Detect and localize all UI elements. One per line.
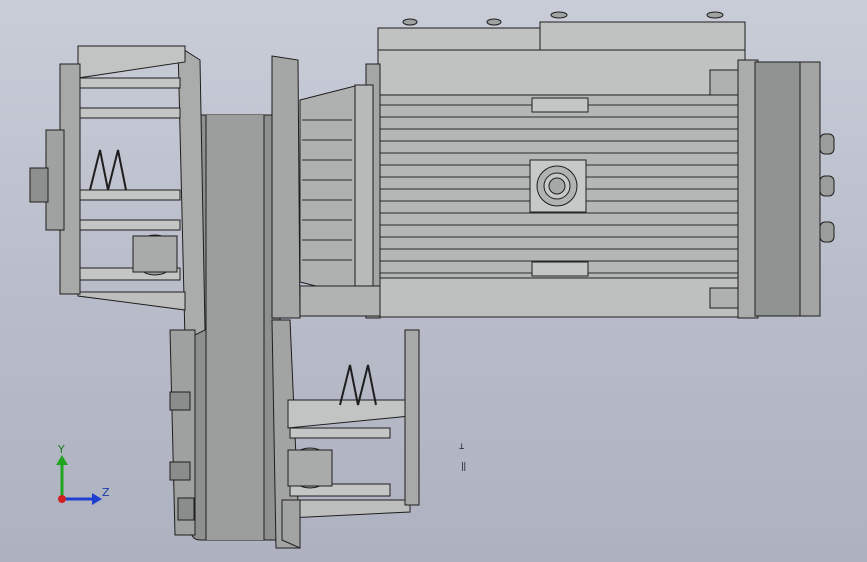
mark-1: ⊥ [459,442,465,452]
mark-2: ‖ [461,462,467,472]
axis-z-label: Z [102,486,110,499]
gear-housing [169,45,301,549]
lower-brake-assembly [281,329,420,549]
gear-motor-assembly-model[interactable] [0,0,867,562]
graphics-viewport[interactable]: Y Z ⊥ ‖ [0,0,867,562]
left-brake-assembly [29,45,186,311]
motor-body [354,11,835,319]
axis-triad-icon [56,455,102,505]
axis-y-label: Y [58,443,65,456]
